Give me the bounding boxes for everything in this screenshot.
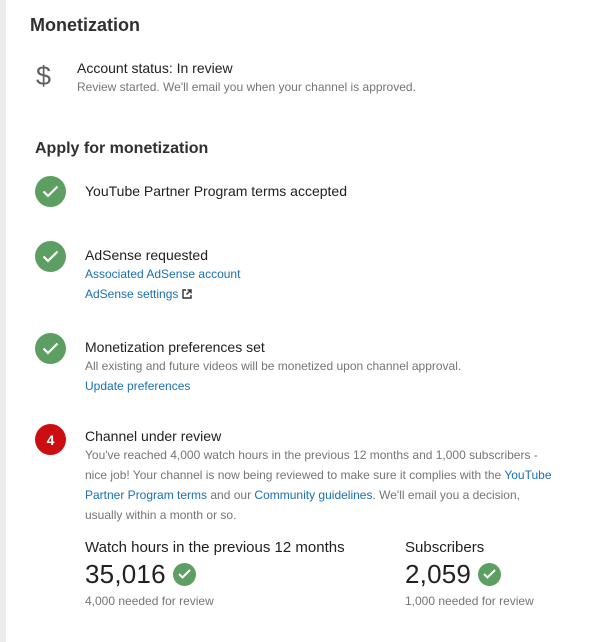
watch-hours-label: Watch hours in the previous 12 months — [85, 539, 345, 556]
monetization-card: Monetization $ Account status: In review… — [6, 0, 589, 642]
subscribers-value: 2,059 — [405, 559, 472, 589]
apply-section-title: Apply for monetization — [35, 140, 209, 157]
external-link-icon — [182, 285, 193, 305]
step-title: Channel under review — [85, 428, 222, 444]
check-circle-icon — [35, 333, 66, 364]
watch-hours-stat: Watch hours in the previous 12 months 35… — [85, 538, 345, 608]
check-circle-icon — [35, 176, 66, 207]
update-preferences-link[interactable]: Update preferences — [85, 376, 560, 396]
subscribers-requirement: 1,000 needed for review — [405, 594, 534, 608]
adsense-settings-link[interactable]: AdSense settings — [85, 284, 560, 305]
watch-hours-value: 35,016 — [85, 559, 166, 589]
subscribers-label: Subscribers — [405, 539, 485, 556]
page-title: Monetization — [30, 15, 140, 35]
check-circle-icon — [35, 241, 66, 272]
description-text: You've reached 4,000 watch hours in the … — [85, 448, 538, 482]
account-status-subtitle: Review started. We'll email you when you… — [77, 80, 416, 94]
adsense-settings-label: AdSense settings — [85, 287, 179, 301]
step-title: AdSense requested — [85, 247, 208, 263]
subscribers-stat: Subscribers 2,059 1,000 needed for revie… — [405, 538, 534, 608]
check-circle-icon — [172, 562, 196, 586]
account-status-title: Account status: In review — [77, 60, 233, 76]
description-text: and our — [207, 488, 255, 502]
account-status-row: $ Account status: In review Review start… — [30, 60, 570, 100]
check-circle-icon — [478, 562, 502, 586]
step-number-badge: 4 — [35, 424, 66, 455]
watch-hours-requirement: 4,000 needed for review — [85, 594, 214, 608]
step-description: You've reached 4,000 watch hours in the … — [85, 445, 560, 525]
step-description: All existing and future videos will be m… — [85, 359, 462, 373]
associated-adsense-account-link[interactable]: Associated AdSense account — [85, 264, 560, 284]
step-title: YouTube Partner Program terms accepted — [85, 183, 347, 199]
community-guidelines-link[interactable]: Community guidelines — [254, 488, 372, 502]
dollar-sign-icon: $ — [36, 61, 52, 91]
step-title: Monetization preferences set — [85, 339, 265, 355]
